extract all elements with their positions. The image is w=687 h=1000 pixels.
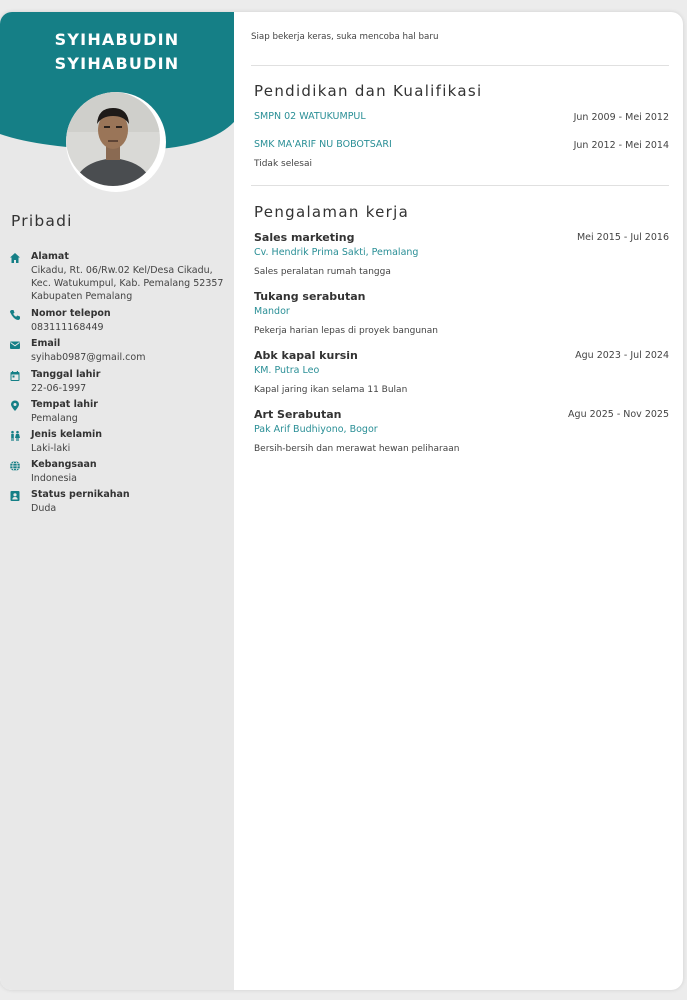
email-icon: [10, 341, 20, 349]
phone-label: Nomor telepon: [31, 308, 111, 319]
experience-entry: Art Serabutan Agu 2025 - Nov 2025 Pak Ar…: [254, 408, 669, 458]
home-icon: [10, 253, 20, 263]
experience-heading: Pengalaman kerja: [254, 203, 410, 221]
birthdate-label: Tanggal lahir: [31, 369, 101, 380]
job-title: Tukang serabutan: [254, 290, 366, 303]
marital-status-label: Status pernikahan: [31, 489, 130, 500]
personal-heading: Pribadi: [11, 212, 73, 230]
education-note: Tidak selesai: [254, 159, 312, 169]
job-dates: Agu 2023 - Jul 2024: [575, 350, 669, 361]
sidebar-header: SYIHABUDIN SYIHABUDIN: [0, 12, 234, 192]
education-entry: SMK MA'ARIF NU BOBOTSARI Jun 2012 - Mei …: [254, 139, 669, 173]
marital-status-value: Duda: [31, 503, 57, 514]
address-value: Cikadu, Rt. 06/Rw.02 Kel/Desa Cikadu, Ke…: [31, 265, 224, 302]
birthdate-value: 22-06-1997: [31, 383, 87, 394]
main-content: Siap bekerja keras, suka mencoba hal bar…: [234, 12, 683, 990]
avatar-photo: [66, 92, 160, 186]
job-employer: KM. Putra Leo: [254, 365, 320, 376]
job-description: Kapal jaring ikan selama 11 Bulan: [254, 385, 408, 395]
email-value: syihab0987@gmail.com: [31, 352, 146, 363]
divider: [251, 65, 669, 66]
job-title: Abk kapal kursin: [254, 349, 358, 362]
avatar: [66, 92, 166, 192]
education-entry: SMPN 02 WATUKUMPUL Jun 2009 - Mei 2012: [254, 111, 669, 131]
job-employer: Pak Arif Budhiyono, Bogor: [254, 424, 378, 435]
job-title: Art Serabutan: [254, 408, 342, 421]
job-dates: Agu 2025 - Nov 2025: [568, 409, 669, 420]
education-dates: Jun 2012 - Mei 2014: [573, 140, 669, 151]
calendar-icon: [10, 371, 20, 381]
phone-icon: [10, 310, 20, 320]
globe-icon: [10, 460, 20, 472]
education-school: SMPN 02 WATUKUMPUL: [254, 111, 366, 122]
birthplace-label: Tempat lahir: [31, 399, 98, 410]
name-last: SYIHABUDIN: [54, 54, 180, 73]
location-pin-icon: [11, 400, 19, 411]
sidebar: SYIHABUDIN SYIHABUDIN Pribadi Alamat Cik…: [0, 12, 234, 990]
gender-value: Laki-laki: [31, 443, 71, 454]
address-label: Alamat: [31, 251, 69, 262]
summary-text: Siap bekerja keras, suka mencoba hal bar…: [251, 32, 439, 42]
gender-icon: [11, 430, 20, 441]
experience-entry: Abk kapal kursin Agu 2023 - Jul 2024 KM.…: [254, 349, 669, 399]
job-description: Sales peralatan rumah tangga: [254, 267, 391, 277]
education-school: SMK MA'ARIF NU BOBOTSARI: [254, 139, 392, 150]
birthplace-value: Pemalang: [31, 413, 78, 424]
experience-entry: Tukang serabutan Mandor Pekerja harian l…: [254, 290, 669, 340]
email-label: Email: [31, 338, 61, 349]
job-dates: Mei 2015 - Jul 2016: [576, 232, 669, 243]
resume-page: SYIHABUDIN SYIHABUDIN Pribadi Alamat Cik…: [0, 12, 683, 990]
experience-entry: Sales marketing Mei 2015 - Jul 2016 Cv. …: [254, 231, 669, 281]
nationality-value: Indonesia: [31, 473, 77, 484]
job-description: Bersih-bersih dan merawat hewan pelihara…: [254, 444, 460, 454]
job-title: Sales marketing: [254, 231, 355, 244]
job-employer: Cv. Hendrik Prima Sakti, Pemalang: [254, 247, 419, 258]
name-first: SYIHABUDIN: [54, 30, 180, 49]
phone-value: 083111168449: [31, 322, 104, 333]
education-heading: Pendidikan dan Kualifikasi: [254, 82, 483, 100]
gender-label: Jenis kelamin: [31, 429, 103, 440]
id-badge-icon: [10, 491, 20, 501]
job-description: Pekerja harian lepas di proyek bangunan: [254, 326, 438, 336]
nationality-label: Kebangsaan: [31, 459, 97, 470]
divider: [251, 185, 669, 186]
education-dates: Jun 2009 - Mei 2012: [573, 112, 669, 123]
job-employer: Mandor: [254, 306, 290, 317]
